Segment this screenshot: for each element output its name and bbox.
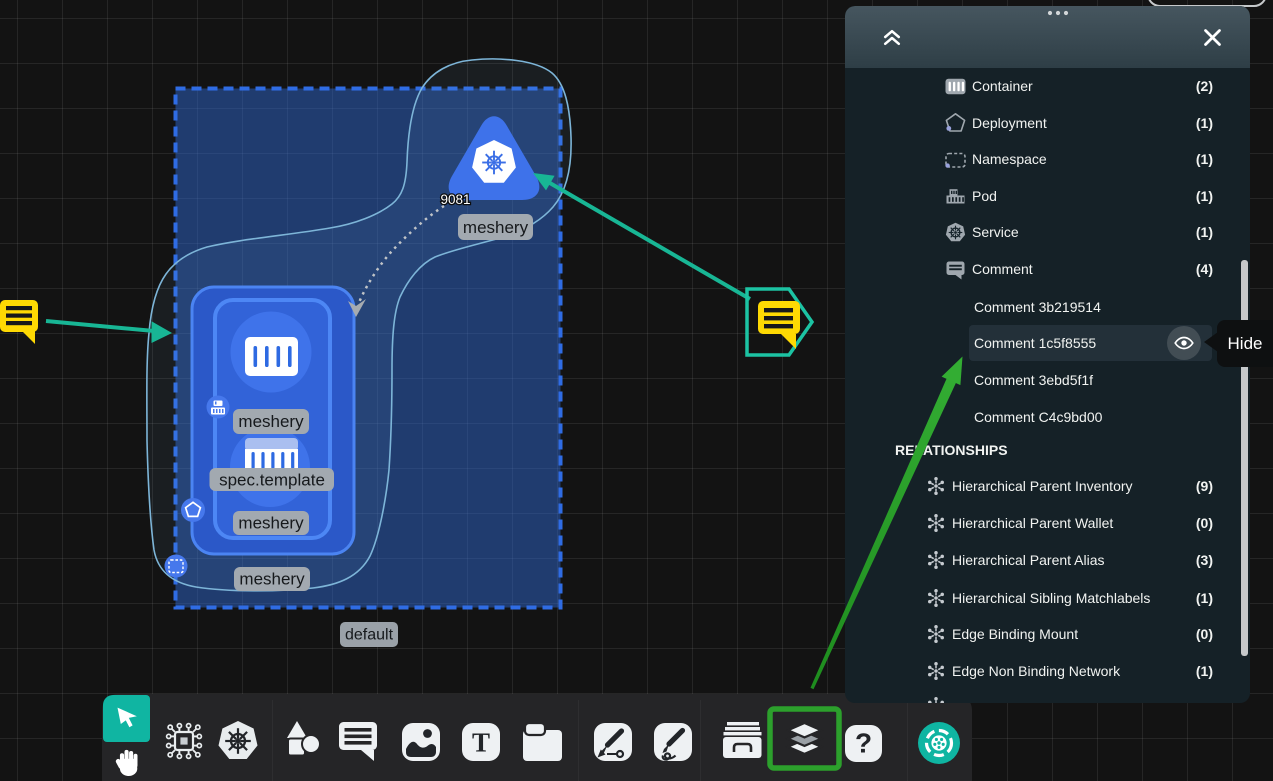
svg-text:T: T [472, 728, 490, 758]
svg-text:meshery: meshery [239, 570, 305, 589]
svg-text:9081: 9081 [440, 192, 470, 207]
svg-text:default: default [345, 627, 394, 644]
svg-text:meshery: meshery [238, 514, 304, 533]
svg-text:meshery: meshery [463, 218, 529, 237]
svg-text:meshery: meshery [238, 412, 304, 431]
svg-text:spec.template: spec.template [219, 471, 325, 490]
svg-text:?: ? [855, 728, 872, 759]
